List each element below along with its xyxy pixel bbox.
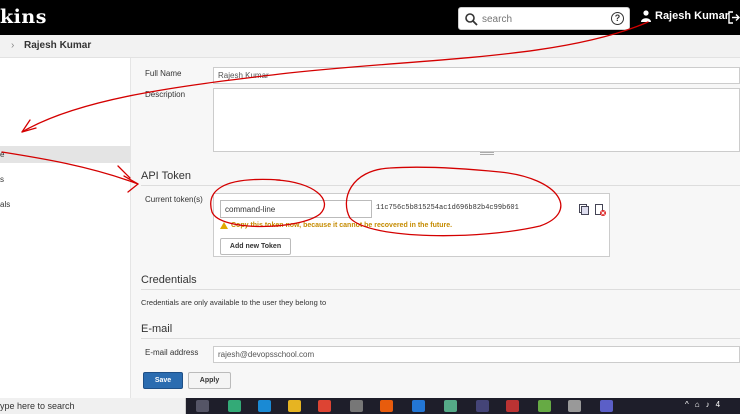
user-icon	[641, 10, 651, 22]
teams-icon[interactable]	[600, 400, 613, 412]
network-icon[interactable]: ⌂	[695, 400, 700, 409]
clock-text[interactable]: 4	[716, 400, 720, 409]
breadcrumb: › Rajesh Kumar	[0, 35, 740, 58]
app-icon[interactable]	[476, 400, 489, 412]
firefox-icon[interactable]	[380, 400, 393, 412]
copy-icon[interactable]	[579, 204, 589, 215]
token-box: command-line 11c756c5b815254ac1d696b82b4…	[213, 193, 610, 257]
sidebar-item-credentials[interactable]: als	[0, 196, 131, 213]
email-label: E-mail address	[145, 348, 199, 357]
apply-button[interactable]: Apply	[188, 372, 231, 389]
sidebar-item-builds[interactable]: s	[0, 171, 131, 188]
sidebar-item-configure[interactable]: e	[0, 146, 131, 163]
logout-icon[interactable]	[728, 11, 740, 24]
current-tokens-label: Current token(s)	[145, 195, 203, 204]
credentials-description: Credentials are only available to the us…	[141, 298, 327, 307]
add-new-token-button[interactable]: Add new Token	[220, 238, 291, 255]
warning-icon	[220, 222, 228, 229]
save-button[interactable]: Save	[143, 372, 183, 389]
token-warning: Copy this token now, because it cannot b…	[220, 222, 452, 229]
search-icon	[465, 13, 478, 26]
full-name-label: Full Name	[145, 69, 182, 78]
edge-icon[interactable]	[258, 400, 271, 412]
email-title: E-mail	[141, 323, 173, 335]
app-icon[interactable]	[568, 400, 581, 412]
email-input[interactable]: rajesh@devopsschool.com	[213, 346, 740, 363]
section-divider	[141, 185, 740, 186]
description-textarea[interactable]	[213, 88, 740, 152]
user-name: Rajesh Kumar	[655, 10, 729, 22]
sidebar: e s als	[0, 58, 131, 398]
sidebar-item-label: e	[0, 150, 5, 159]
credentials-title: Credentials	[141, 274, 197, 286]
revoke-icon[interactable]	[595, 204, 606, 216]
jenkins-logo[interactable]: kins	[0, 6, 47, 28]
search-input[interactable]	[482, 11, 602, 27]
volume-icon[interactable]: ♪	[706, 400, 710, 409]
sidebar-item-label: als	[0, 200, 11, 209]
chrome-icon[interactable]	[318, 400, 331, 412]
vscode-icon[interactable]	[412, 400, 425, 412]
top-header: kins ? Rajesh Kumar	[0, 0, 740, 35]
store-icon[interactable]	[350, 400, 363, 412]
token-name-input[interactable]: command-line	[220, 200, 372, 218]
windows-taskbar: ype here to search ^ ⌂ ♪ 4	[0, 398, 740, 414]
user-menu-link[interactable]: Rajesh Kumar	[641, 10, 729, 22]
app-icon[interactable]	[506, 400, 519, 412]
file-explorer-icon[interactable]	[288, 400, 301, 412]
chevron-right-icon: ›	[11, 40, 15, 51]
full-name-input[interactable]: Rajesh Kumar	[213, 67, 740, 84]
breadcrumb-item-user[interactable]: Rajesh Kumar	[24, 40, 91, 51]
sidebar-item-label: s	[0, 175, 4, 184]
description-label: Description	[145, 90, 186, 99]
section-divider	[141, 289, 740, 290]
token-value[interactable]: 11c756c5b815254ac1d696b82b4c99b601	[376, 204, 519, 212]
search-box[interactable]: ?	[458, 7, 630, 30]
app-icon[interactable]	[444, 400, 457, 412]
chevron-up-icon[interactable]: ^	[685, 400, 689, 409]
system-tray: ^ ⌂ ♪ 4	[685, 400, 720, 409]
help-icon[interactable]: ?	[611, 12, 624, 25]
task-view-icon[interactable]	[196, 400, 209, 412]
app-icon[interactable]	[228, 400, 241, 412]
main-content: Full Name Rajesh Kumar Description API T…	[131, 58, 740, 398]
section-divider	[141, 338, 740, 339]
resize-handle[interactable]	[480, 152, 494, 155]
taskbar-search[interactable]: ype here to search	[0, 398, 186, 414]
app-icon[interactable]	[538, 400, 551, 412]
api-token-title: API Token	[141, 170, 191, 182]
token-warning-text: Copy this token now, because it cannot b…	[231, 222, 453, 229]
